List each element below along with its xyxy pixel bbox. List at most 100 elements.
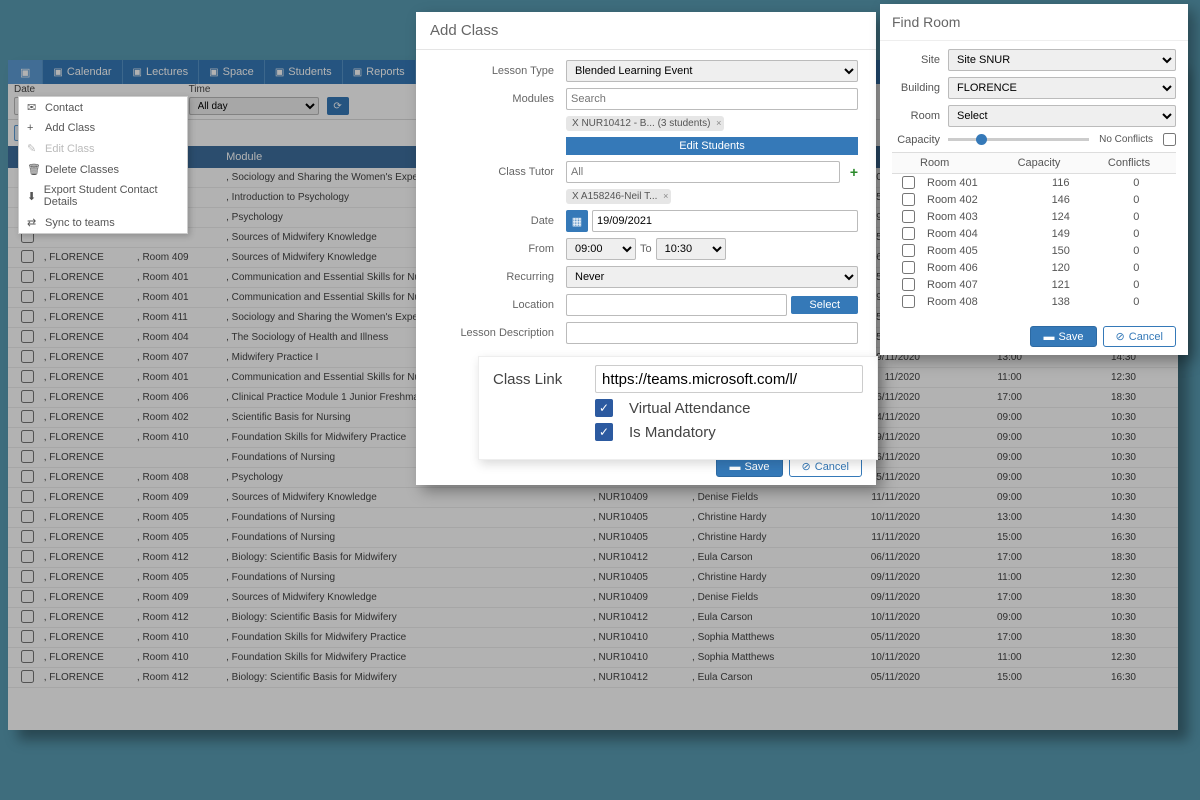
room-row[interactable]: Room 4071210 (892, 276, 1176, 293)
chip-remove-icon[interactable]: × (663, 191, 668, 201)
room-checkbox[interactable] (902, 176, 915, 189)
row-checkbox[interactable] (21, 290, 34, 303)
room-table-header: RoomCapacityConflicts (892, 152, 1176, 174)
row-checkbox[interactable] (21, 590, 34, 603)
edit-students-button[interactable]: Edit Students (566, 137, 858, 155)
room-checkbox[interactable] (902, 278, 915, 291)
ctx-export-student-contact-details[interactable]: ⬇Export Student Contact Details (19, 180, 187, 212)
description-input[interactable] (566, 322, 858, 344)
location-input[interactable] (566, 294, 787, 316)
find-room-panel: Find Room SiteSite SNUR BuildingFLORENCE… (880, 4, 1188, 355)
table-row[interactable]: , FLORENCE, Room 410, Foundation Skills … (8, 628, 1178, 648)
find-room-title: Find Room (880, 4, 1188, 41)
nav-space[interactable]: ▣Space (198, 60, 264, 84)
ctx-contact[interactable]: ✉Contact (19, 97, 187, 118)
room-row[interactable]: Room 4081380 (892, 293, 1176, 310)
row-checkbox[interactable] (21, 650, 34, 663)
row-checkbox[interactable] (21, 410, 34, 423)
class-link-label: Class Link (493, 371, 579, 388)
add-tutor-icon[interactable]: + (850, 164, 858, 180)
nav-reports[interactable]: ▣Reports (342, 60, 415, 84)
modal-title: Add Class (416, 12, 876, 50)
select-location-button[interactable]: Select (791, 296, 858, 314)
room-checkbox[interactable] (902, 210, 915, 223)
table-row[interactable]: , FLORENCE, Room 412, Biology: Scientifi… (8, 668, 1178, 688)
findroom-save-button[interactable]: ▬Save (1030, 326, 1096, 347)
nav-students[interactable]: ▣Students (264, 60, 342, 84)
tutor-chip: X A158246-Neil T...× (566, 189, 671, 204)
room-row[interactable]: Room 4021460 (892, 191, 1176, 208)
row-checkbox[interactable] (21, 310, 34, 323)
room-checkbox[interactable] (902, 227, 915, 240)
ctx-add-class[interactable]: +Add Class (19, 118, 187, 138)
from-time-select[interactable]: 09:00 (566, 238, 636, 260)
table-row[interactable]: , FLORENCE, Room 412, Biology: Scientifi… (8, 608, 1178, 628)
table-row[interactable]: , FLORENCE, Room 405, Foundations of Nur… (8, 508, 1178, 528)
row-checkbox[interactable] (21, 570, 34, 583)
room-row[interactable]: Room 4051500 (892, 242, 1176, 259)
class-link-panel: Class Link ✓Virtual Attendance ✓Is Manda… (478, 356, 878, 460)
room-checkbox[interactable] (902, 193, 915, 206)
row-checkbox[interactable] (21, 430, 34, 443)
no-conflicts-checkbox[interactable] (1163, 133, 1176, 146)
row-checkbox[interactable] (21, 550, 34, 563)
capacity-slider[interactable] (948, 138, 1089, 141)
modules-search[interactable] (566, 88, 858, 110)
row-checkbox[interactable] (21, 490, 34, 503)
room-row[interactable]: Room 4031240 (892, 208, 1176, 225)
row-checkbox[interactable] (21, 250, 34, 263)
is-mandatory-checkbox[interactable]: ✓ (595, 423, 613, 441)
save-icon: ▬ (729, 461, 740, 473)
to-time-select[interactable]: 10:30 (656, 238, 726, 260)
site-select[interactable]: Site SNUR (948, 49, 1176, 71)
table-row[interactable]: , FLORENCE, Room 405, Foundations of Nur… (8, 528, 1178, 548)
go-button[interactable]: ⟳ (327, 97, 349, 115)
row-checkbox[interactable] (21, 470, 34, 483)
row-checkbox[interactable] (21, 510, 34, 523)
row-checkbox[interactable] (21, 330, 34, 343)
room-row[interactable]: Room 4011160 (892, 174, 1176, 191)
module-chip: X NUR10412 - B... (3 students)× (566, 116, 724, 131)
room-checkbox[interactable] (902, 261, 915, 274)
class-link-input[interactable] (595, 365, 863, 393)
room-row[interactable]: Room 4041490 (892, 225, 1176, 242)
nav-calendar[interactable]: ▣Calendar (42, 60, 121, 84)
table-row[interactable]: , FLORENCE, Room 405, Foundations of Nur… (8, 568, 1178, 588)
date-input[interactable] (592, 210, 858, 232)
building-select[interactable]: FLORENCE (948, 77, 1176, 99)
findroom-cancel-button[interactable]: ⊘Cancel (1103, 326, 1176, 347)
row-checkbox[interactable] (21, 390, 34, 403)
row-checkbox[interactable] (21, 530, 34, 543)
room-checkbox[interactable] (902, 295, 915, 308)
ctx-edit-class: ✎Edit Class (19, 138, 187, 159)
row-checkbox[interactable] (21, 270, 34, 283)
nav-logo[interactable]: ▣ (8, 60, 42, 84)
row-checkbox[interactable] (21, 630, 34, 643)
virtual-attendance-checkbox[interactable]: ✓ (595, 399, 613, 417)
room-checkbox[interactable] (902, 244, 915, 257)
context-menu: ✉Contact+Add Class✎Edit Class🗑Delete Cla… (18, 96, 188, 234)
tutor-input[interactable] (566, 161, 840, 183)
row-checkbox[interactable] (21, 610, 34, 623)
ctx-sync-to-teams[interactable]: ⇄Sync to teams (19, 212, 187, 233)
room-select[interactable]: Select (948, 105, 1176, 127)
cancel-icon: ⊘ (802, 460, 811, 473)
date-label: Date (14, 84, 84, 95)
row-checkbox[interactable] (21, 450, 34, 463)
table-row[interactable]: , FLORENCE, Room 412, Biology: Scientifi… (8, 548, 1178, 568)
ctx-delete-classes[interactable]: 🗑Delete Classes (19, 159, 187, 180)
time-label: Time (189, 84, 319, 95)
room-row[interactable]: Room 4061200 (892, 259, 1176, 276)
table-row[interactable]: , FLORENCE, Room 410, Foundation Skills … (8, 648, 1178, 668)
lesson-type-select[interactable]: Blended Learning Event (566, 60, 858, 82)
chip-remove-icon[interactable]: × (716, 118, 721, 128)
table-row[interactable]: , FLORENCE, Room 409, Sources of Midwife… (8, 488, 1178, 508)
calendar-icon[interactable]: ▦ (566, 210, 588, 232)
nav-lectures[interactable]: ▣Lectures (122, 60, 199, 84)
recurring-select[interactable]: Never (566, 266, 858, 288)
row-checkbox[interactable] (21, 350, 34, 363)
time-select[interactable]: All day (189, 97, 319, 115)
table-row[interactable]: , FLORENCE, Room 409, Sources of Midwife… (8, 588, 1178, 608)
row-checkbox[interactable] (21, 370, 34, 383)
row-checkbox[interactable] (21, 670, 34, 683)
